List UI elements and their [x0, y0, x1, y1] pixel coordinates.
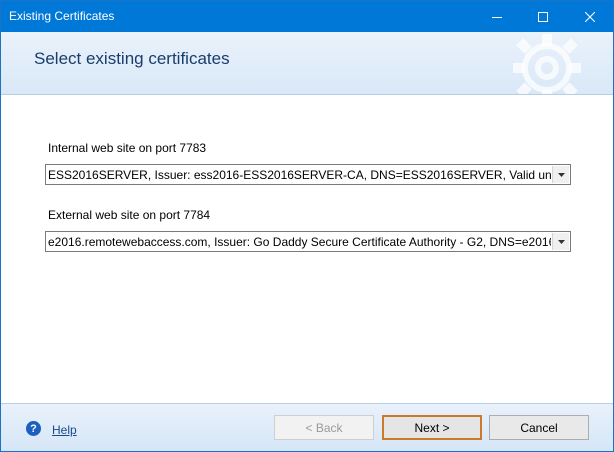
page-title: Select existing certificates — [34, 49, 230, 68]
window-title: Existing Certificates — [9, 9, 115, 23]
maximize-icon — [538, 11, 548, 22]
help-link[interactable]: Help — [52, 423, 77, 437]
external-certificate-value: e2016.remotewebaccess.com, Issuer: Go Da… — [48, 235, 551, 249]
cancel-button[interactable]: Cancel — [489, 415, 589, 440]
title-bar[interactable]: Existing Certificates — [1, 1, 613, 32]
wizard-footer: ? Help < Back Next > Cancel — [1, 403, 613, 451]
help-icon[interactable]: ? — [26, 421, 41, 436]
internal-site-label: Internal web site on port 7783 — [48, 141, 207, 155]
next-button[interactable]: Next > — [382, 415, 482, 440]
wizard-header: Select existing certificates — [1, 32, 613, 95]
dropdown-arrow-button[interactable] — [552, 166, 569, 183]
internal-certificate-value: ESS2016SERVER, Issuer: ess2016-ESS2016SE… — [48, 168, 551, 182]
chevron-down-icon — [557, 172, 565, 177]
dialog-window: Existing Certificates Select existing ce… — [0, 0, 614, 452]
gear-icon — [513, 34, 581, 94]
dropdown-arrow-button[interactable] — [552, 233, 569, 250]
external-site-label: External web site on port 7784 — [48, 208, 211, 222]
minimize-icon — [492, 16, 502, 18]
internal-certificate-select[interactable]: ESS2016SERVER, Issuer: ess2016-ESS2016SE… — [45, 164, 571, 185]
chevron-down-icon — [557, 239, 565, 244]
close-icon — [585, 11, 595, 22]
external-certificate-select[interactable]: e2016.remotewebaccess.com, Issuer: Go Da… — [45, 231, 571, 252]
minimize-button[interactable] — [474, 1, 520, 32]
close-button[interactable] — [567, 1, 613, 32]
back-button[interactable]: < Back — [274, 415, 374, 440]
maximize-button[interactable] — [520, 1, 566, 32]
